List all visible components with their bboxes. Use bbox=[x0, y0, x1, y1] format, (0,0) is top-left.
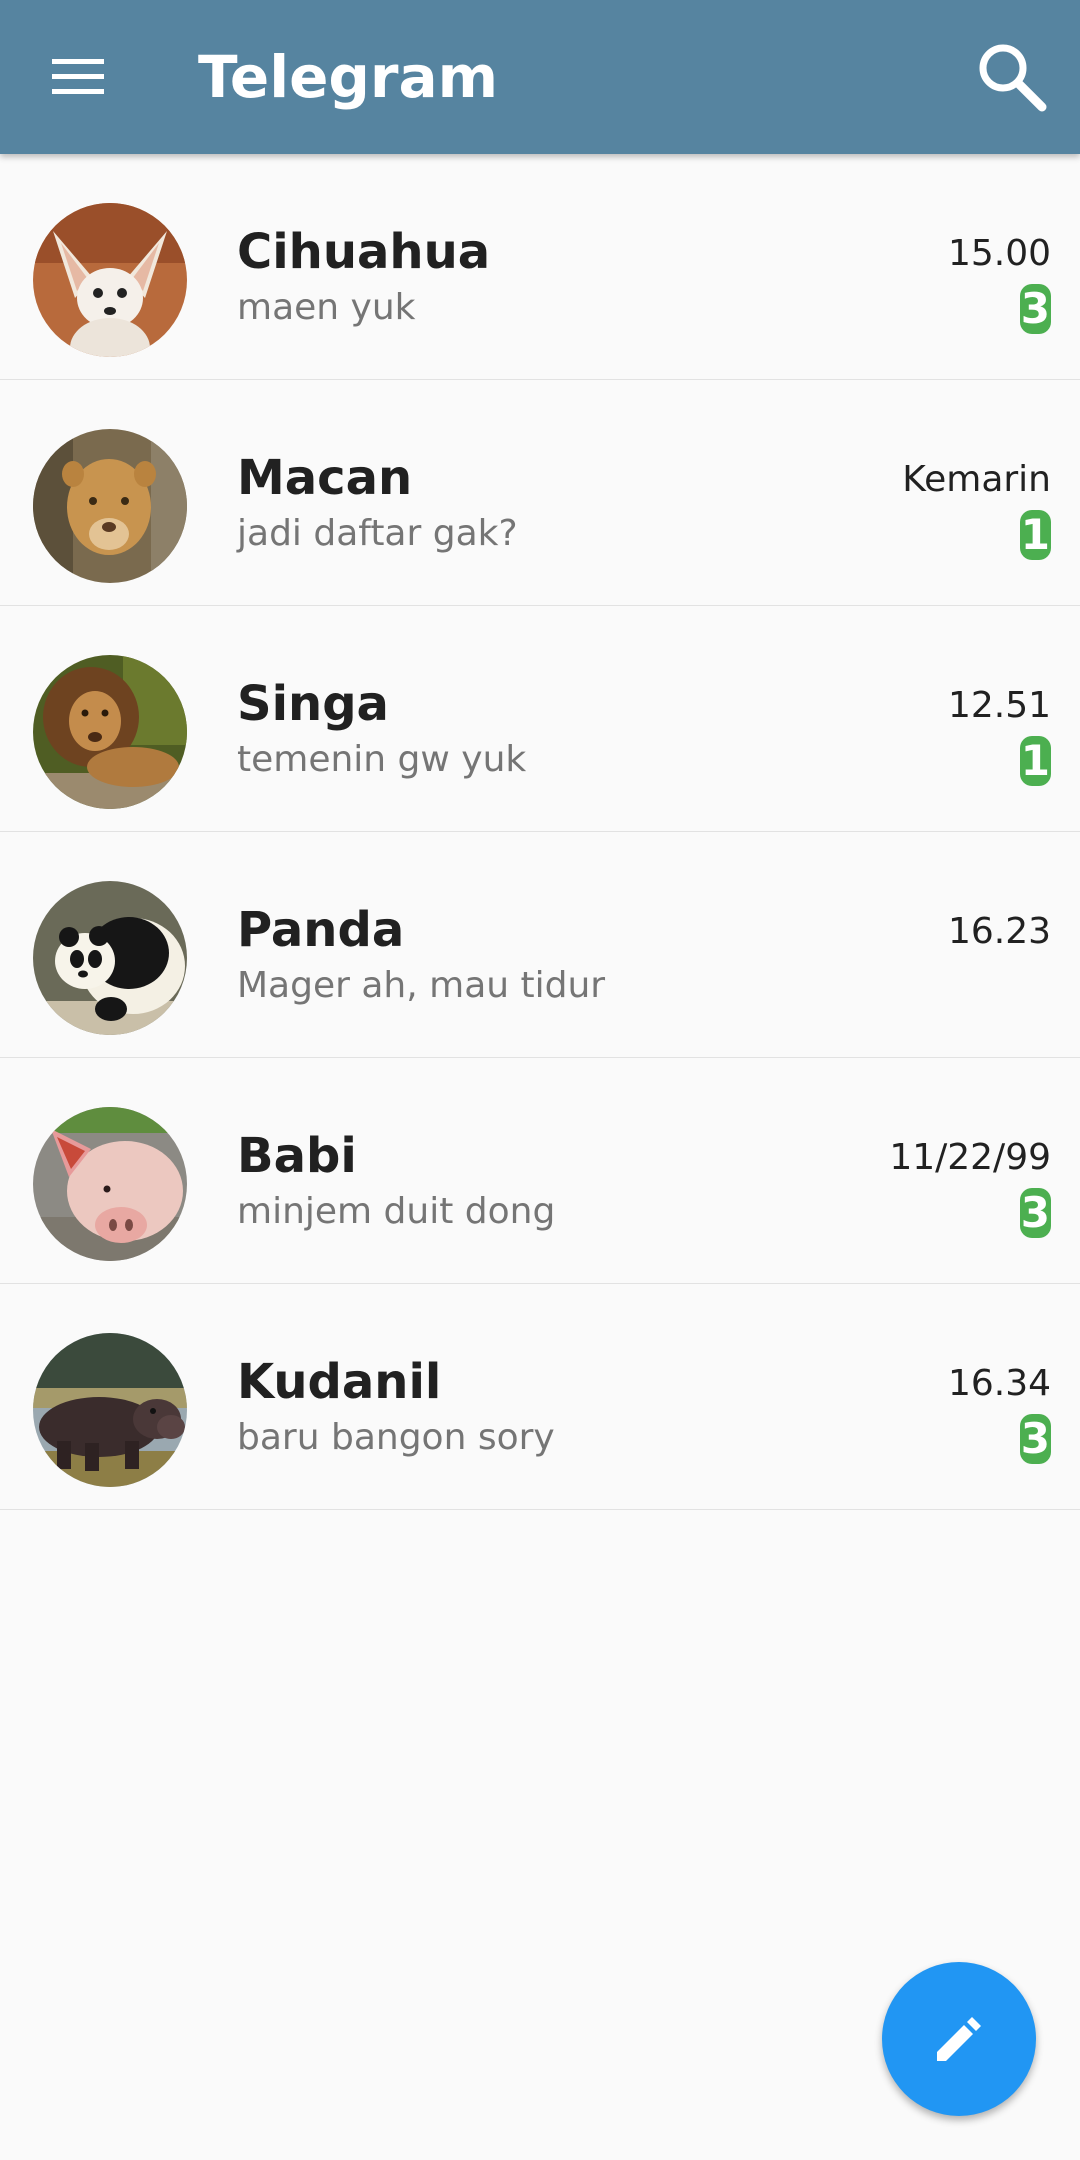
panda-avatar bbox=[33, 881, 187, 1035]
app-bar: Telegram bbox=[0, 0, 1080, 154]
chat-time: 16.23 bbox=[947, 911, 1051, 952]
fennec-fox-avatar bbox=[33, 203, 187, 357]
chat-time: Kemarin bbox=[902, 459, 1051, 500]
pig-avatar bbox=[33, 1107, 187, 1261]
chat-name: Singa bbox=[237, 676, 389, 732]
chat-last-message: jadi daftar gak? bbox=[237, 513, 518, 554]
chat-time: 15.00 bbox=[947, 233, 1051, 274]
chat-item[interactable]: Babi minjem duit dong 11/22/99 3 bbox=[0, 1058, 1080, 1284]
chat-name: Panda bbox=[237, 902, 405, 958]
chat-time: 11/22/99 bbox=[889, 1137, 1051, 1178]
chat-item[interactable]: Singa temenin gw yuk 12.51 1 bbox=[0, 606, 1080, 832]
chat-last-message: temenin gw yuk bbox=[237, 739, 527, 780]
search-icon bbox=[979, 44, 1047, 112]
chat-last-message: baru bangon sory bbox=[237, 1417, 555, 1458]
unread-badge: 3 bbox=[1019, 1188, 1051, 1238]
chat-time: 16.34 bbox=[947, 1363, 1051, 1404]
app-title: Telegram bbox=[198, 43, 499, 111]
chat-item[interactable]: Panda Mager ah, mau tidur 16.23 bbox=[0, 832, 1080, 1058]
chat-item[interactable]: Kudanil baru bangon sory 16.34 3 bbox=[0, 1284, 1080, 1510]
pencil-icon bbox=[937, 2017, 981, 2061]
lioness-avatar bbox=[33, 429, 187, 583]
hippo-avatar bbox=[33, 1333, 187, 1487]
chat-last-message: Mager ah, mau tidur bbox=[237, 965, 606, 1006]
search-button[interactable] bbox=[972, 37, 1052, 117]
chat-name: Macan bbox=[237, 450, 413, 506]
chat-item[interactable]: Macan jadi daftar gak? Kemarin 1 bbox=[0, 380, 1080, 606]
unread-badge: 3 bbox=[1019, 284, 1051, 334]
compose-button[interactable] bbox=[882, 1962, 1036, 2116]
chat-last-message: minjem duit dong bbox=[237, 1191, 556, 1232]
lion-avatar bbox=[33, 655, 187, 809]
chat-list: Cihuahua maen yuk 15.00 3 Macan jadi daf… bbox=[0, 154, 1080, 1510]
unread-badge: 1 bbox=[1019, 510, 1051, 560]
chat-item[interactable]: Cihuahua maen yuk 15.00 3 bbox=[0, 154, 1080, 380]
chat-name: Babi bbox=[237, 1128, 357, 1184]
chat-name: Kudanil bbox=[237, 1354, 442, 1410]
unread-badge: 3 bbox=[1019, 1414, 1051, 1464]
chat-time: 12.51 bbox=[947, 685, 1051, 726]
menu-button[interactable] bbox=[42, 47, 114, 107]
menu-icon bbox=[52, 59, 104, 94]
unread-badge: 1 bbox=[1019, 736, 1051, 786]
chat-name: Cihuahua bbox=[237, 224, 491, 280]
chat-last-message: maen yuk bbox=[237, 287, 416, 328]
